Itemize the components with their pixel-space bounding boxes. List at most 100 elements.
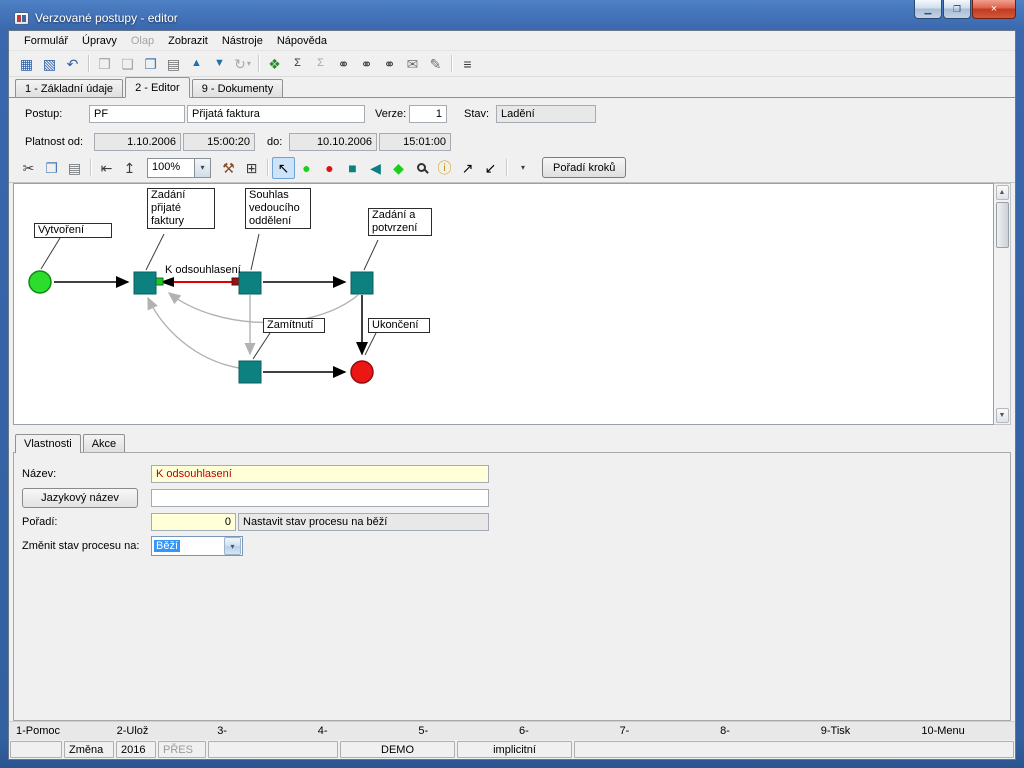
undo-button[interactable]: ↶ bbox=[61, 53, 84, 75]
end-node[interactable] bbox=[350, 360, 374, 384]
tab-vlastnosti[interactable]: Vlastnosti bbox=[15, 434, 81, 453]
scroll-up-button[interactable]: ▲ bbox=[995, 185, 1009, 200]
fkey-3[interactable]: 3- bbox=[210, 725, 311, 737]
align-left-button[interactable]: ⇤ bbox=[95, 157, 118, 179]
platnost-do-time-field[interactable]: 15:01:00 bbox=[379, 133, 451, 151]
menu-upravy[interactable]: Úpravy bbox=[75, 33, 124, 49]
scrollbar-thumb[interactable] bbox=[995, 202, 1009, 248]
menu-nastroje[interactable]: Nástroje bbox=[215, 33, 270, 49]
minimize-button[interactable]: ▁ bbox=[914, 0, 942, 19]
start-node-tool-button[interactable]: ● bbox=[295, 157, 318, 179]
combobox-dropdown-button[interactable]: ▾ bbox=[224, 537, 241, 555]
close-button[interactable]: × bbox=[972, 0, 1016, 19]
align-top-button[interactable]: ↥ bbox=[118, 157, 141, 179]
end-node-tool-button[interactable]: ● bbox=[318, 157, 341, 179]
tab-dokumenty[interactable]: 9 - Dokumenty bbox=[191, 79, 284, 97]
new-button[interactable]: ❏ bbox=[116, 53, 139, 75]
tab-editor[interactable]: 2 - Editor bbox=[125, 77, 190, 98]
zoom-dropdown-button[interactable]: ▾ bbox=[195, 157, 211, 178]
tab-akce[interactable]: Akce bbox=[82, 434, 126, 452]
node-label-vytvoreni[interactable]: Vytvoření bbox=[34, 223, 112, 238]
arrow-sw-tool-button[interactable]: ↙ bbox=[479, 157, 502, 179]
tab-zakladni-udaje[interactable]: 1 - Základní údaje bbox=[15, 79, 124, 97]
transition-end-handle[interactable] bbox=[231, 277, 240, 286]
open-button[interactable]: ❒ bbox=[93, 53, 116, 75]
transition-start-handle[interactable] bbox=[155, 277, 164, 286]
zoom-tool-button[interactable] bbox=[410, 157, 433, 179]
hierarchy-button[interactable]: ❖ bbox=[263, 53, 286, 75]
list-menu-button[interactable]: ≡ bbox=[456, 53, 479, 75]
fkey-9[interactable]: 9-Tisk bbox=[814, 725, 915, 737]
step-node-zamitnuti[interactable] bbox=[238, 360, 262, 384]
node-label-zadani-prijate-faktury[interactable]: Zadání přijaté faktury bbox=[147, 188, 215, 229]
transition-label-k-odsouhlaseni[interactable]: K odsouhlasení bbox=[165, 264, 241, 277]
grid-settings-button[interactable]: ⊞ bbox=[240, 157, 263, 179]
save-button[interactable]: ▦ bbox=[15, 53, 38, 75]
scroll-down-button[interactable]: ▼ bbox=[995, 408, 1009, 423]
copy-button[interactable]: ❐ bbox=[40, 157, 63, 179]
platnost-od-time-field[interactable]: 15:00:20 bbox=[183, 133, 255, 151]
step-node-tool-button[interactable]: ■ bbox=[341, 157, 364, 179]
find-button[interactable]: ⚭ bbox=[332, 53, 355, 75]
fkey-1[interactable]: 1-Pomoc bbox=[9, 725, 110, 737]
menu-formular[interactable]: Formulář bbox=[17, 33, 75, 49]
node-label-zadani-a-potvrzeni[interactable]: Zadání a potvrzení bbox=[368, 208, 432, 236]
start-node[interactable] bbox=[28, 270, 52, 294]
combobox-selected-value[interactable]: Běží bbox=[152, 537, 223, 555]
save-as-button[interactable]: ▧ bbox=[38, 53, 61, 75]
fkey-5[interactable]: 5- bbox=[411, 725, 512, 737]
platnost-od-date-field[interactable]: 1.10.2006 bbox=[94, 133, 181, 151]
copy-button[interactable]: ❐ bbox=[139, 53, 162, 75]
verze-field[interactable]: 1 bbox=[409, 105, 447, 123]
paste-button[interactable]: ▤ bbox=[63, 157, 86, 179]
node-label-souhlas[interactable]: Souhlas vedoucího oddělení bbox=[245, 188, 311, 229]
step-node-souhlas-vedouciho-oddeleni[interactable] bbox=[238, 271, 262, 295]
step-node-zadani-a-potvrzeni[interactable] bbox=[350, 271, 374, 295]
info-tool-button[interactable]: ⓘ bbox=[433, 157, 456, 179]
poradi-input[interactable]: 0 bbox=[151, 513, 236, 531]
step-node-zadani-prijate-faktury[interactable] bbox=[133, 271, 157, 295]
fkey-7[interactable]: 7- bbox=[613, 725, 714, 737]
process-state-combobox[interactable]: Běží ▾ bbox=[151, 536, 243, 556]
fkey-8[interactable]: 8- bbox=[713, 725, 814, 737]
zoom-value[interactable]: 100% bbox=[147, 157, 195, 178]
fkey-10[interactable]: 10-Menu bbox=[914, 725, 1015, 737]
maximize-button[interactable]: ❐ bbox=[943, 0, 971, 19]
more-tools-dropdown[interactable]: ▾ bbox=[511, 157, 534, 179]
jazykovy-nazev-button[interactable]: Jazykový název bbox=[22, 488, 138, 508]
fkey-6[interactable]: 6- bbox=[512, 725, 613, 737]
postup-name-field[interactable]: Přijatá faktura bbox=[187, 105, 365, 123]
mail-button[interactable]: ✉ bbox=[401, 53, 424, 75]
diagram-canvas[interactable]: Vytvoření Zadání přijaté faktury Souhlas… bbox=[13, 183, 994, 425]
node-label-ukonceni[interactable]: Ukončení bbox=[368, 318, 430, 333]
generator-button[interactable]: ⚒ bbox=[217, 157, 240, 179]
cut-button[interactable]: ✂ bbox=[17, 157, 40, 179]
transition-gray-return[interactable] bbox=[147, 296, 240, 369]
node-label-zamitnuti[interactable]: Zamítnutí bbox=[263, 318, 325, 333]
edit-button[interactable]: ✎ bbox=[424, 53, 447, 75]
stav-field[interactable]: Ladění bbox=[496, 105, 596, 123]
find-new-button[interactable]: ⚭ bbox=[378, 53, 401, 75]
fkey-2[interactable]: 2-Ulož bbox=[110, 725, 211, 737]
zoom-combobox[interactable]: 100% ▾ bbox=[147, 157, 211, 178]
nazev-input[interactable]: K odsouhlasení bbox=[151, 465, 489, 483]
move-up-button[interactable]: ▲ bbox=[185, 53, 208, 75]
platnost-do-date-field[interactable]: 10.10.2006 bbox=[289, 133, 377, 151]
move-down-button[interactable]: ▼ bbox=[208, 53, 231, 75]
fkey-4[interactable]: 4- bbox=[311, 725, 412, 737]
sum-button[interactable]: Σ bbox=[286, 53, 309, 75]
toolbar-separator bbox=[258, 55, 259, 72]
decision-node-tool-button[interactable]: ◆ bbox=[387, 157, 410, 179]
menu-napoveda[interactable]: Nápověda bbox=[270, 33, 334, 49]
jazykovy-nazev-input[interactable] bbox=[151, 489, 489, 507]
find-next-button[interactable]: ⚭ bbox=[355, 53, 378, 75]
pointer-tool-button[interactable]: ↖ bbox=[272, 156, 295, 179]
triangle-node-tool-button[interactable]: ◀ bbox=[364, 157, 387, 179]
refresh-button[interactable]: ↻ ▾ bbox=[231, 53, 254, 75]
arrow-ne-tool-button[interactable]: ↗ bbox=[456, 157, 479, 179]
paste-button[interactable]: ▤ bbox=[162, 53, 185, 75]
order-of-steps-button[interactable]: Pořadí kroků bbox=[542, 157, 627, 178]
vertical-scrollbar[interactable]: ▲ ▼ bbox=[994, 183, 1011, 425]
menu-zobrazit[interactable]: Zobrazit bbox=[161, 33, 215, 49]
postup-code-field[interactable]: PF bbox=[89, 105, 185, 123]
